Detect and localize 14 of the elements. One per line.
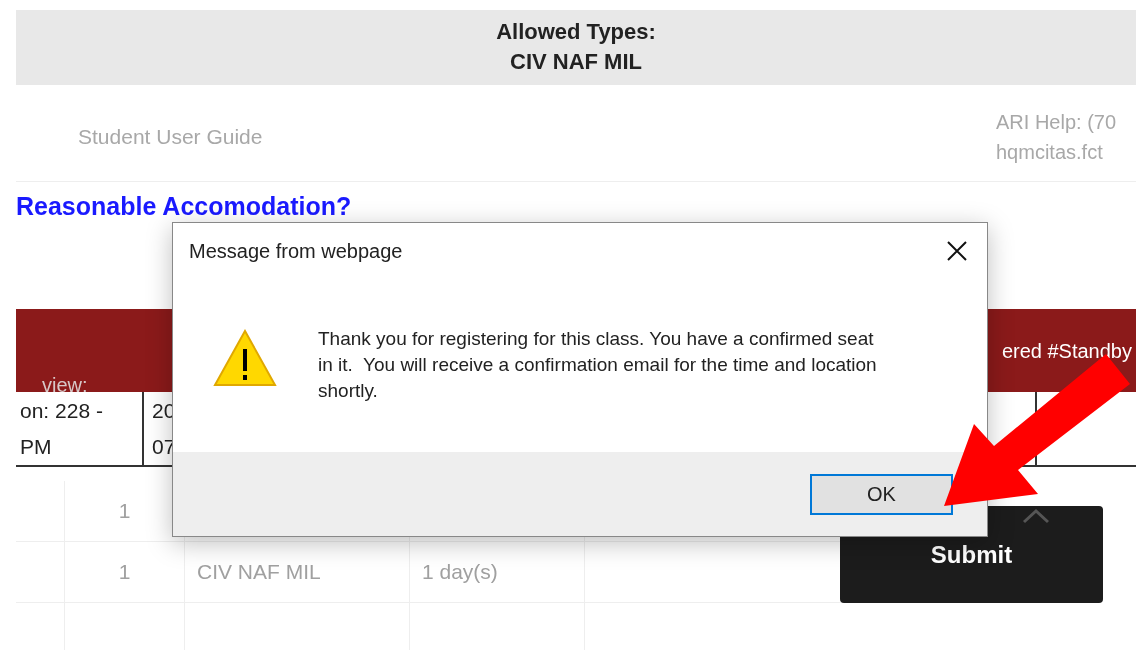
table-cell: CIV NAF MIL [185,542,410,602]
help-text: ARI Help: (70 [996,110,1118,135]
warning-icon [213,329,277,387]
help-text: hqmcitas.fct [996,140,1104,165]
column-header: ered #Standby [1001,338,1132,364]
dialog-message: Thank you for registering for this class. You have a confirmed seat in it. You will receive a confirmation email for the time and location shortly. [318,327,878,403]
allowed-types-label: Allowed Types: [496,18,656,46]
accommodation-link[interactable]: Reasonable Accomodation? [16,190,352,222]
ok-button[interactable]: OK [810,473,953,515]
table-cell: 1 [65,542,185,602]
allowed-types-value: CIV NAF MIL [510,48,642,76]
table-cell: on: 228 - PM [16,392,144,465]
dialog-title: Message from webpage [189,239,403,264]
table-cell: 1 day(s) [410,542,585,602]
